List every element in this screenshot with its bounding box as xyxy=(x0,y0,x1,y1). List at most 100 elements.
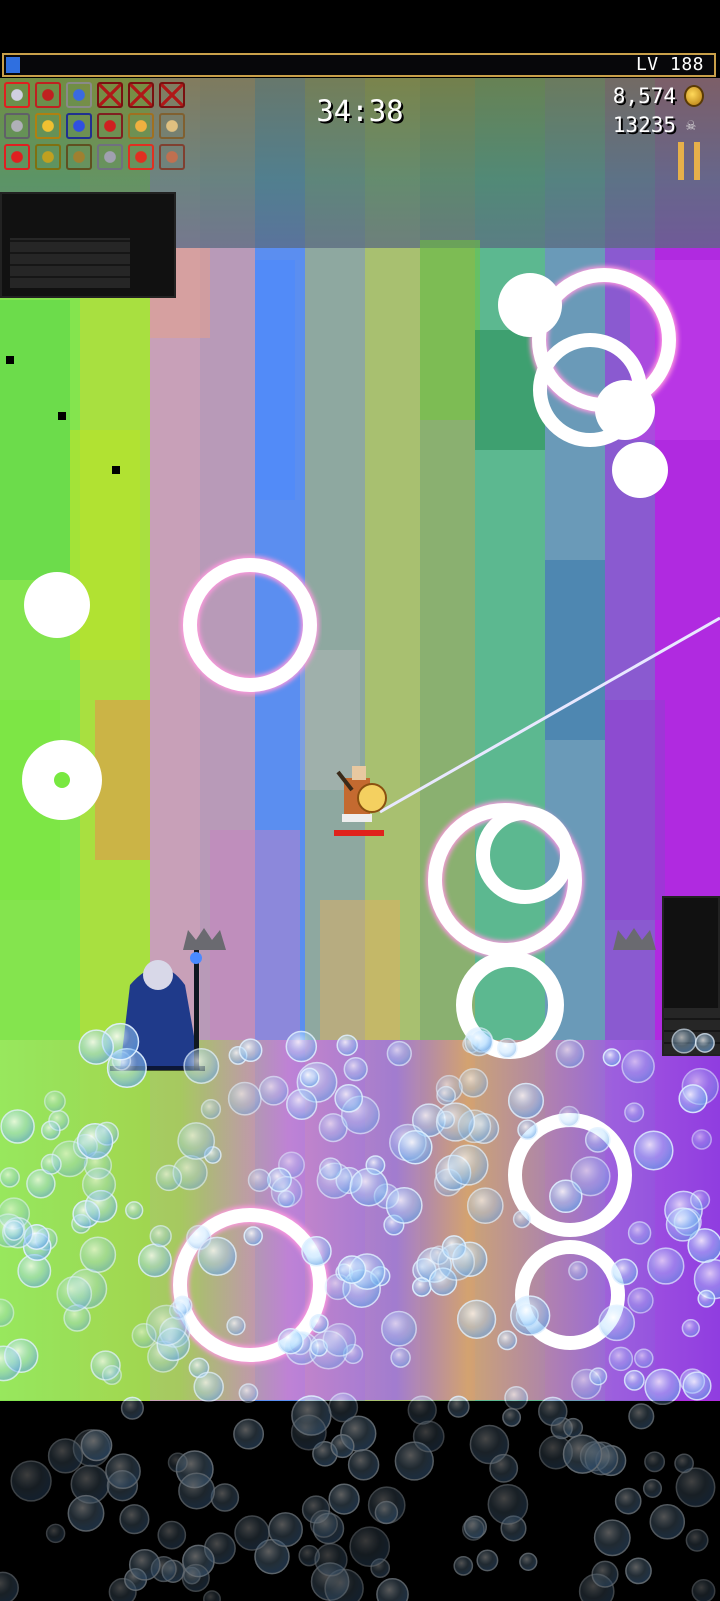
arrow-icon xyxy=(4,144,30,170)
bubble xyxy=(301,1235,332,1267)
scroll-icon xyxy=(159,144,185,170)
bubble xyxy=(193,1371,224,1403)
bubble xyxy=(78,1029,115,1065)
bubble xyxy=(81,1167,117,1202)
bubble xyxy=(555,1039,585,1069)
bubble xyxy=(624,1102,645,1123)
bubble xyxy=(671,1028,697,1054)
bubble xyxy=(322,1323,357,1357)
bubble xyxy=(200,1099,222,1120)
bubble xyxy=(436,1110,456,1129)
bubble xyxy=(570,1156,611,1197)
laser-beam xyxy=(379,616,720,814)
pause-button[interactable] xyxy=(676,142,702,180)
bubble xyxy=(665,1207,701,1242)
bubble xyxy=(690,1189,711,1210)
bubble xyxy=(76,1123,114,1160)
bubble xyxy=(678,1084,708,1114)
bubble xyxy=(634,1348,654,1369)
bubble xyxy=(381,1310,417,1347)
bubble xyxy=(3,1219,25,1241)
silver-ring-icon xyxy=(97,144,123,170)
bubble xyxy=(633,1130,674,1171)
coin-icon xyxy=(684,85,704,107)
bubble xyxy=(299,1067,320,1088)
kill-count: 13235 xyxy=(612,113,676,137)
bubble xyxy=(336,1034,358,1056)
bubble xyxy=(319,1157,342,1181)
bubble xyxy=(602,1048,621,1067)
bubble xyxy=(101,1364,122,1386)
bubble xyxy=(411,1277,432,1297)
bubble xyxy=(343,1056,368,1082)
bubble xyxy=(621,1049,655,1084)
bubble xyxy=(436,1085,456,1106)
bubble xyxy=(496,1037,518,1059)
bubble xyxy=(40,1120,61,1141)
bubble xyxy=(611,1258,638,1286)
bubble xyxy=(155,1164,183,1192)
bubble xyxy=(79,1236,117,1273)
arrow-left-icon xyxy=(128,144,154,170)
bubble xyxy=(197,1236,237,1276)
bat-enemies xyxy=(6,356,120,474)
bubble xyxy=(697,1289,716,1308)
gold-count: 8,574 xyxy=(612,84,676,108)
bubble xyxy=(227,1081,262,1116)
bubble xyxy=(137,1243,172,1278)
bubble xyxy=(589,1367,608,1386)
bubble xyxy=(584,1127,611,1153)
bubble xyxy=(349,1167,389,1207)
bubble xyxy=(385,1186,423,1224)
status-area xyxy=(0,0,720,52)
bubble xyxy=(627,1221,652,1245)
bubble xyxy=(466,1187,504,1225)
bubble xyxy=(145,1304,188,1346)
bubble xyxy=(694,1032,715,1053)
bottom-shade xyxy=(0,1401,720,1601)
bubble xyxy=(390,1347,411,1368)
helmet-enemies xyxy=(183,928,656,950)
bubble xyxy=(558,1105,580,1128)
xp-fill xyxy=(6,57,20,73)
bubble xyxy=(0,1109,35,1144)
bubble xyxy=(43,1090,66,1113)
bubble xyxy=(691,1129,712,1150)
bubble xyxy=(286,1088,318,1121)
bubble xyxy=(226,1316,246,1336)
bubble xyxy=(247,1168,272,1192)
bubble xyxy=(568,1261,588,1281)
bubble xyxy=(238,1038,263,1063)
bubble xyxy=(681,1318,700,1338)
bubble xyxy=(510,1295,551,1336)
bubble xyxy=(386,1040,412,1067)
ring-icon xyxy=(35,144,61,170)
bubble xyxy=(309,1313,329,1334)
bubble xyxy=(497,1330,518,1351)
bubble xyxy=(458,1068,489,1098)
bubble xyxy=(644,1368,681,1406)
cage-icon xyxy=(66,144,92,170)
bubble xyxy=(285,1030,318,1063)
bubble xyxy=(56,1276,93,1312)
bubble xyxy=(682,1371,712,1401)
bubble xyxy=(512,1210,531,1229)
level-label: LV 188 xyxy=(635,54,704,75)
bubble xyxy=(398,1129,433,1165)
game-effects xyxy=(0,266,720,1601)
bubble xyxy=(437,1243,476,1281)
bubble xyxy=(627,1287,654,1314)
bubble xyxy=(270,1175,303,1208)
white-orbs xyxy=(22,273,668,820)
bubble xyxy=(647,1247,685,1285)
bubble xyxy=(243,1226,263,1246)
bubble xyxy=(623,1369,645,1391)
bubble xyxy=(149,1224,172,1248)
bubble xyxy=(598,1304,636,1342)
game-stage[interactable]: LV 188 34:38 8,574 13235 ☠ xyxy=(0,0,720,1601)
bubble xyxy=(337,1255,367,1284)
bubble xyxy=(456,1299,497,1339)
bubble xyxy=(608,1346,634,1372)
bubble xyxy=(177,1122,216,1160)
bubble xyxy=(447,1144,489,1186)
